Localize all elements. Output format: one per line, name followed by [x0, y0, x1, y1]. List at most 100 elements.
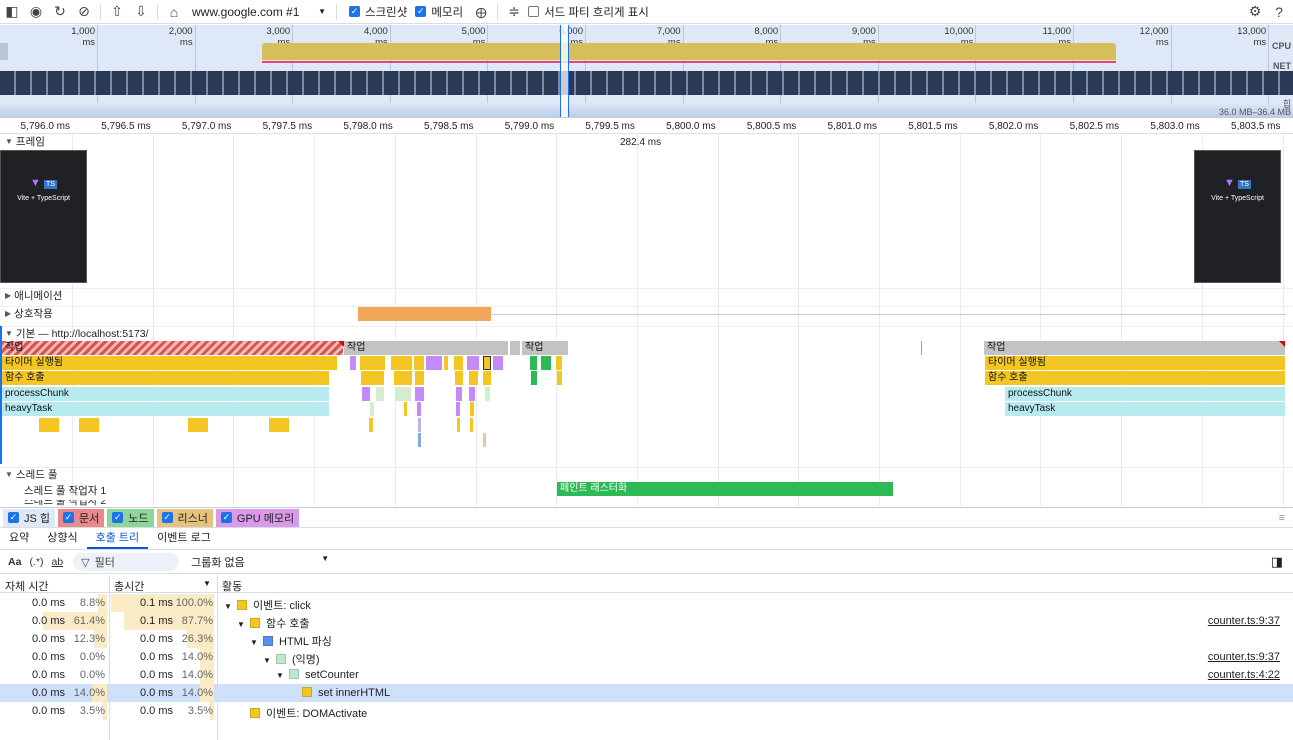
help-icon[interactable]: ?: [1267, 0, 1291, 24]
expand-triangle-icon[interactable]: ▼: [237, 620, 250, 629]
settings-gear-icon[interactable]: ⚙: [1243, 0, 1267, 24]
event-bar[interactable]: [531, 371, 537, 385]
event-bar[interactable]: [493, 356, 503, 370]
source-link[interactable]: counter.ts:9:37: [1208, 615, 1280, 627]
event-bar[interactable]: [469, 387, 475, 401]
event-bar[interactable]: [350, 356, 356, 370]
event-bar[interactable]: [360, 356, 385, 370]
timer-fired-bar[interactable]: 타이머 실행됨: [985, 356, 1285, 370]
task-bar[interactable]: 작업: [522, 341, 568, 355]
event-bar[interactable]: [395, 387, 411, 401]
task-bar[interactable]: 작업: [984, 341, 1285, 355]
selected-event-bar[interactable]: [483, 356, 491, 370]
toggle-sidebar-icon[interactable]: ◨: [1271, 554, 1283, 570]
frame-screenshot-thumbnail[interactable]: ▼ TS Vite + TypeScript: [1194, 150, 1281, 283]
event-bar[interactable]: [470, 418, 473, 432]
legend-item-2[interactable]: ✓ 문서: [58, 508, 105, 527]
table-row[interactable]: 0.0 ms 0.0% 0.0 ms 14.0% ▼ setCounter counter.…: [0, 666, 1293, 684]
third-party-checkbox[interactable]: 서드 파티 흐리게 표시: [528, 4, 649, 20]
small-call-bar[interactable]: [39, 418, 59, 432]
event-bar[interactable]: [391, 356, 412, 370]
event-bar[interactable]: [376, 387, 384, 401]
event-bar[interactable]: [469, 371, 478, 385]
screenshot-checkbox[interactable]: ✓ 스크린샷: [349, 4, 407, 20]
timeline-overview[interactable]: 1,000 ms2,000 ms3,000 ms4,000 ms5,000 ms…: [0, 25, 1293, 118]
threadpool-track-header[interactable]: ▼ 스레드 풀: [0, 467, 1293, 481]
process-chunk-bar[interactable]: processChunk: [1005, 387, 1285, 401]
heavy-task-bar[interactable]: heavyTask: [2, 402, 329, 416]
event-bar[interactable]: [418, 433, 421, 447]
event-bar[interactable]: [361, 371, 384, 385]
self-time-header[interactable]: 자체 시간: [5, 578, 49, 594]
tab-event-log[interactable]: 이벤트 로그: [148, 528, 220, 549]
table-row[interactable]: 0.0 ms 12.3% 0.0 ms 26.3% ▼ HTML 파싱: [0, 630, 1293, 648]
long-task-bar[interactable]: 작업: [2, 341, 343, 355]
frames-track-header[interactable]: ▼ 프레임: [0, 134, 45, 148]
small-call-bar[interactable]: [188, 418, 208, 432]
drag-handle-icon[interactable]: ≡: [1279, 512, 1285, 524]
home-icon[interactable]: ⌂: [162, 0, 186, 24]
small-call-bar[interactable]: [269, 418, 289, 432]
total-time-header[interactable]: 총시간: [114, 578, 144, 594]
grouping-select[interactable]: 그룹화 없음 ▼: [191, 554, 329, 570]
table-row[interactable]: 0.0 ms 8.8% 0.1 ms 100.0% ▼ 이벤트: click: [0, 594, 1293, 612]
event-bar[interactable]: [530, 356, 537, 370]
match-case-button[interactable]: Aa: [8, 556, 21, 568]
table-row[interactable]: 0.0 ms 61.4% 0.1 ms 87.7% ▼ 함수 호출 counter.ts:9…: [0, 612, 1293, 630]
event-bar[interactable]: [415, 371, 424, 385]
event-bar[interactable]: [456, 387, 462, 401]
event-bar[interactable]: [370, 402, 374, 416]
event-bar[interactable]: [444, 356, 448, 370]
task-bar[interactable]: 작업: [344, 341, 508, 355]
interaction-bar[interactable]: [358, 307, 491, 321]
table-row[interactable]: 0.0 ms 3.5% 0.0 ms 3.5% 이벤트: DOMActivate: [0, 702, 1293, 720]
frame-screenshot-thumbnail[interactable]: ▼ TS Vite + TypeScript: [0, 150, 87, 283]
upload-icon[interactable]: ⇧: [105, 0, 129, 24]
whole-word-button[interactable]: ab: [51, 556, 63, 568]
expand-triangle-icon[interactable]: ▼: [250, 638, 263, 647]
event-bar[interactable]: [394, 371, 412, 385]
source-link[interactable]: counter.ts:4:22: [1208, 669, 1280, 681]
legend-item-1[interactable]: ✓ JS 힙: [3, 508, 56, 527]
table-row[interactable]: 0.0 ms 14.0% 0.0 ms 14.0% set innerHTML: [0, 684, 1293, 702]
event-bar[interactable]: [404, 402, 407, 416]
main-track-header[interactable]: ▼ 기본 — http://localhost:5173/: [0, 326, 1293, 340]
timer-fired-bar[interactable]: 타이머 실행됨: [2, 356, 337, 370]
event-bar[interactable]: [541, 356, 551, 370]
memory-checkbox[interactable]: ✓ 메모리: [415, 4, 463, 20]
function-call-bar[interactable]: 함수 호출: [985, 371, 1285, 385]
legend-item-4[interactable]: ✓ 리스너: [156, 508, 213, 527]
regex-button[interactable]: (.*): [29, 556, 43, 568]
task-bar[interactable]: [510, 341, 520, 355]
event-bar[interactable]: [426, 356, 442, 370]
target-select[interactable]: www.google.com #1 ▼: [186, 2, 332, 22]
heavy-task-bar[interactable]: heavyTask: [1005, 402, 1285, 416]
garbage-collect-icon[interactable]: 🜨: [469, 0, 493, 24]
activity-header[interactable]: 활동: [222, 578, 242, 594]
event-bar[interactable]: [454, 356, 463, 370]
filter-input[interactable]: ▽ 필터: [73, 553, 180, 571]
download-icon[interactable]: ⇩: [129, 0, 153, 24]
event-bar[interactable]: [415, 387, 424, 401]
event-bar[interactable]: [557, 371, 562, 385]
event-bar[interactable]: [470, 402, 474, 416]
expand-triangle-icon[interactable]: ▼: [263, 656, 276, 665]
event-bar[interactable]: [467, 356, 479, 370]
event-bar[interactable]: [362, 387, 370, 401]
function-call-bar[interactable]: 함수 호출: [2, 371, 329, 385]
source-link[interactable]: counter.ts:9:37: [1208, 651, 1280, 663]
paint-raster-bar[interactable]: 페인트 래스터화: [557, 482, 893, 496]
legend-item-3[interactable]: ✓ 노드: [107, 508, 154, 527]
expand-triangle-icon[interactable]: ▼: [276, 671, 289, 680]
process-chunk-bar[interactable]: processChunk: [2, 387, 329, 401]
interactions-track-header[interactable]: ▶ 상호작용: [0, 306, 1293, 320]
tab-call-tree[interactable]: 호출 트리: [86, 528, 149, 549]
tab-bottom-up[interactable]: 상향식: [38, 528, 86, 549]
event-bar[interactable]: [483, 433, 486, 447]
animations-track-header[interactable]: ▶ 애니메이션: [0, 288, 1293, 302]
event-bar[interactable]: [417, 402, 421, 416]
collapse-tracks-icon[interactable]: ≑: [502, 0, 526, 24]
small-call-bar[interactable]: [79, 418, 99, 432]
event-bar[interactable]: [414, 356, 424, 370]
record-icon[interactable]: ◉: [24, 0, 48, 24]
